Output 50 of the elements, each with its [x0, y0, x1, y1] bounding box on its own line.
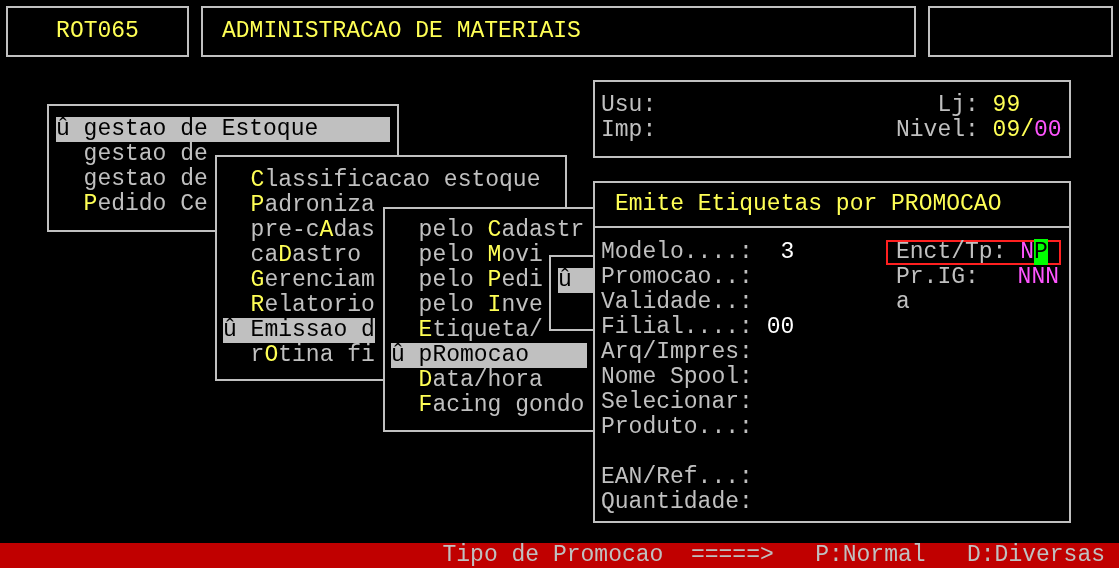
menu-item[interactable]: Data/hora	[391, 368, 543, 393]
field-value[interactable]: 00	[766, 315, 795, 340]
store-label: Lj:	[936, 93, 979, 118]
program-code: ROT065	[56, 17, 139, 47]
system-title: ADMINISTRACAO DE MATERIAIS	[222, 17, 581, 47]
field-label: Produto...:	[601, 415, 753, 440]
menu-item[interactable]: gestao de	[56, 142, 208, 167]
field-label: Promocao..:	[601, 265, 753, 290]
status-arrow: =====>	[690, 543, 774, 568]
field-label: Validade..:	[601, 290, 753, 315]
option-label: Enct/Tp:	[896, 242, 1008, 263]
field-label: Modelo....:	[601, 240, 753, 265]
field-label: Filial....:	[601, 315, 753, 340]
menu-item[interactable]: caDastro	[223, 243, 362, 268]
menu-item[interactable]: pre-cAdas	[223, 218, 375, 243]
field-label: Quantidade:	[601, 490, 753, 515]
menu-item[interactable]: pelo Pedi	[391, 268, 543, 293]
option-value[interactable]: NNN	[1017, 267, 1059, 288]
menu-item[interactable]: Relatorio	[223, 293, 375, 318]
menu-item[interactable]: Etiqueta/	[391, 318, 543, 343]
menu-item[interactable]: pelo Inve	[391, 293, 543, 318]
field-label: EAN/Ref...:	[601, 465, 753, 490]
store-value: 99	[992, 93, 1021, 118]
level-label: Nivel:	[896, 118, 979, 143]
menu-item[interactable]: û gestao de Estoque	[56, 117, 390, 142]
field-label: Arq/Impres:	[601, 340, 753, 365]
menu-item[interactable]: Gerenciam	[223, 268, 375, 293]
menu-item[interactable]: û	[558, 268, 593, 293]
option-label: a	[896, 292, 911, 313]
menu-item[interactable]: gestao de	[56, 167, 208, 192]
menu-item[interactable]: pelo Cadastr	[391, 218, 585, 243]
menu-item[interactable]: Classificacao estoque	[223, 168, 541, 193]
menu-item[interactable]: pelo Movi	[391, 243, 543, 268]
menu-item[interactable]: û pRomocao	[391, 343, 587, 368]
menu-item[interactable]: Padroniza	[223, 193, 375, 218]
option-label: Pr.IG:	[896, 267, 980, 288]
status-choice: P:Normal	[815, 543, 926, 568]
menu-item[interactable]: û Emissao d	[223, 318, 375, 343]
menu-item[interactable]: Facing gondo	[391, 393, 585, 418]
printer-label: Imp:	[601, 118, 657, 143]
field-value[interactable]: 3	[766, 240, 795, 265]
field-label: Nome Spool:	[601, 365, 753, 390]
menu-item[interactable]: rOtina fi	[223, 343, 375, 368]
status-prompt: Tipo de Promocao	[442, 543, 664, 568]
status-choice: D:Diversas	[966, 543, 1105, 568]
user-label: Usu:	[601, 93, 657, 118]
field-label: Selecionar:	[601, 390, 753, 415]
level-value: 09/00	[992, 118, 1062, 143]
menu-item[interactable]: Pedido Ce	[56, 192, 208, 217]
form-title: Emite Etiquetas por PROMOCAO	[615, 190, 1002, 220]
